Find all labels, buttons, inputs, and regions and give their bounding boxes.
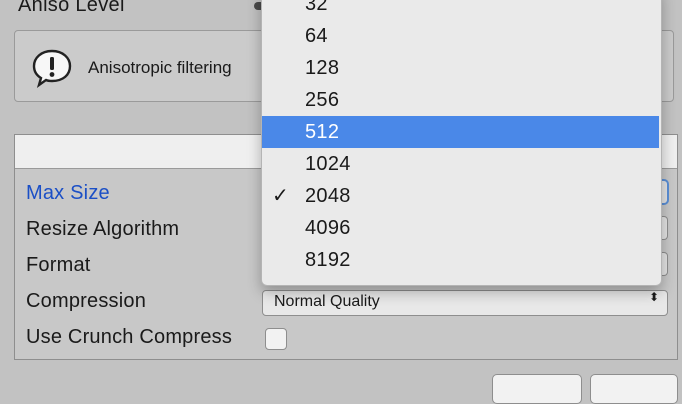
menu-item-256[interactable]: 256 — [262, 84, 659, 116]
resize-algorithm-label: Resize Algorithm — [26, 218, 180, 240]
apply-button[interactable] — [590, 374, 678, 404]
menu-item-128[interactable]: 128 — [262, 52, 659, 84]
use-crunch-compression-checkbox[interactable] — [265, 328, 287, 350]
max-size-dropdown-menu: 32 64 128 256 512 1024 ✓ 2048 4096 8192 — [261, 0, 662, 286]
menu-item-8192[interactable]: 8192 — [262, 244, 659, 276]
aniso-level-label: Aniso Level — [18, 0, 125, 16]
help-text: Anisotropic filtering — [88, 58, 232, 77]
use-crunch-compression-label: Use Crunch Compress — [26, 326, 233, 348]
up-down-arrows-icon: ⬍ — [648, 290, 660, 304]
menu-item-64[interactable]: 64 — [262, 20, 659, 52]
menu-item-32[interactable]: 32 — [262, 0, 659, 20]
menu-item-4096[interactable]: 4096 — [262, 212, 659, 244]
menu-item-2048[interactable]: ✓ 2048 — [262, 180, 659, 212]
info-bubble-icon — [32, 49, 72, 88]
format-label: Format — [26, 254, 91, 276]
compression-label: Compression — [26, 290, 147, 312]
menu-item-check: ✓ — [272, 185, 289, 207]
menu-item-512[interactable]: 512 — [262, 116, 659, 148]
menu-item-1024[interactable]: 1024 — [262, 148, 659, 180]
max-size-label: Max Size — [26, 182, 110, 204]
compression-popup-value: Normal Quality — [274, 293, 380, 310]
revert-button[interactable] — [492, 374, 582, 404]
